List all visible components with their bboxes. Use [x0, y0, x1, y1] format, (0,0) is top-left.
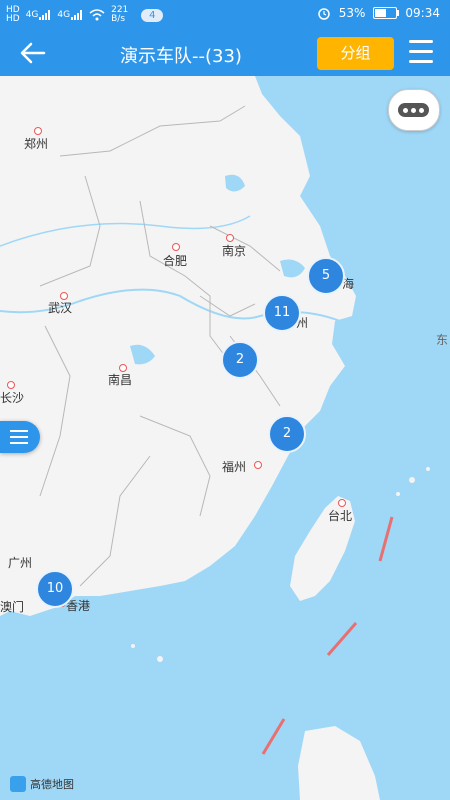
amap-logo-text: 高德地图: [30, 778, 74, 791]
city-label-zhengzhou: 郑州: [24, 137, 49, 151]
city-marker-nanjing: [226, 234, 234, 242]
city-label-guangzhou: 广州: [8, 556, 33, 570]
map-view[interactable]: [0, 76, 450, 800]
status-left: HD HD 4G 4G 221 B/s 4: [6, 5, 164, 24]
sea-label-partial: 东: [436, 333, 449, 347]
vehicle-cluster[interactable]: 10: [36, 570, 74, 608]
menu-icon[interactable]: [409, 40, 433, 64]
city-label-nanjing: 南京: [222, 244, 247, 258]
vehicle-cluster[interactable]: 5: [307, 257, 345, 295]
city-marker-hefei: [172, 243, 180, 251]
southern-island: [298, 726, 380, 800]
amap-logo: 高德地图: [10, 776, 74, 792]
signal-icon-1: 4G: [26, 10, 52, 20]
side-list-button[interactable]: [0, 421, 40, 453]
vehicle-cluster[interactable]: 2: [221, 341, 259, 379]
city-label-taipei: 台北: [328, 509, 353, 523]
signal-bars-icon: [39, 10, 51, 20]
city-label-macau: 澳门: [0, 600, 25, 614]
city-label-nanchang: 南昌: [108, 373, 133, 387]
alarm-clock-icon: [317, 8, 330, 20]
status-bar: HD HD 4G 4G 221 B/s 4 53% 09:34: [0, 0, 450, 30]
city-marker-taipei: [338, 499, 346, 507]
signal-bars-icon-2: [71, 10, 83, 20]
notification-badge: 4: [141, 8, 164, 22]
more-dots-icon: [398, 103, 429, 117]
signal-label-1: 4G: [25, 10, 39, 20]
clock-time: 09:34: [405, 6, 440, 20]
top-bar: 演示车队--(33) 分组: [0, 30, 450, 76]
city-marker-fuzhou: [254, 461, 262, 469]
city-label-fuzhou: 福州: [222, 460, 247, 474]
city-marker-changsha: [7, 381, 15, 389]
vehicle-cluster[interactable]: 11: [263, 294, 301, 332]
status-right: 53% 09:34: [317, 6, 440, 20]
map-canvas: [0, 76, 430, 800]
battery-percent: 53%: [338, 6, 366, 20]
signal-icon-2: 4G: [57, 10, 83, 20]
city-label-changsha: 长沙: [0, 391, 25, 405]
wifi-icon: [89, 9, 105, 21]
more-options-button[interactable]: [388, 89, 440, 131]
hd-indicator-2: HD: [6, 14, 20, 24]
back-arrow-icon[interactable]: [18, 40, 48, 66]
vehicle-cluster[interactable]: 2: [268, 415, 306, 453]
hd-indicators: HD HD: [6, 6, 20, 24]
city-label-wuhan: 武汉: [48, 301, 73, 315]
city-marker-zhengzhou: [34, 127, 42, 135]
mainland-landmass: [0, 76, 356, 616]
signal-label-2: 4G: [57, 10, 71, 20]
page-title: 演示车队--(33): [120, 46, 242, 67]
group-button[interactable]: 分组: [317, 37, 394, 70]
city-label-hefei: 合肥: [163, 254, 188, 268]
amap-logo-icon: [10, 776, 26, 792]
network-speed: 221 B/s: [111, 5, 129, 24]
battery-icon: [373, 7, 400, 19]
